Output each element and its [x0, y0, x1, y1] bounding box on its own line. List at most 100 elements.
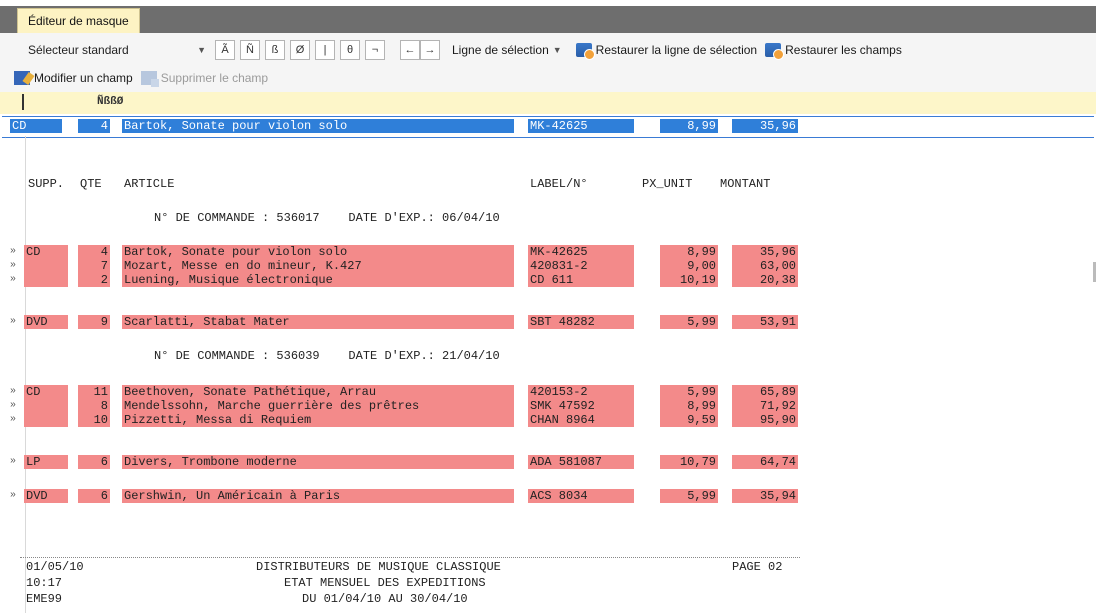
- field-article[interactable]: Divers, Trombone moderne: [122, 455, 514, 469]
- field-px[interactable]: 8,99: [660, 399, 718, 413]
- field-px[interactable]: 10,79: [660, 455, 718, 469]
- glyph-button-eszett[interactable]: ß: [265, 40, 285, 60]
- field-label[interactable]: CHAN 8964: [528, 413, 634, 427]
- row-arrow-icon: »: [10, 400, 17, 411]
- field-article[interactable]: Pizzetti, Messa di Requiem: [122, 413, 514, 427]
- order-line: N° DE COMMANDE : 536039 DATE D'EXP.: 21/…: [154, 349, 500, 363]
- delete-field-label: Supprimer le champ: [160, 71, 269, 85]
- field-montant[interactable]: 20,38: [732, 273, 798, 287]
- field-px[interactable]: 10,19: [660, 273, 718, 287]
- field-label[interactable]: 420831-2: [528, 259, 634, 273]
- tab-strip: Éditeur de masque: [0, 0, 1096, 34]
- field-label[interactable]: SMK 47592: [528, 399, 634, 413]
- field-qte[interactable]: 11: [78, 385, 110, 399]
- modify-field-button[interactable]: Modifier un champ: [14, 71, 133, 85]
- field-montant[interactable]: 53,91: [732, 315, 798, 329]
- field-article[interactable]: Beethoven, Sonate Pathétique, Arrau: [122, 385, 514, 399]
- arrow-right-button[interactable]: →: [420, 40, 440, 60]
- field-supp[interactable]: DVD: [24, 315, 68, 329]
- sel-field-label[interactable]: MK-42625: [528, 119, 634, 133]
- field-supp[interactable]: [24, 259, 68, 273]
- field-article[interactable]: Scarlatti, Stabat Mater: [122, 315, 514, 329]
- field-supp[interactable]: [24, 273, 68, 287]
- sel-field-px[interactable]: 8,99: [660, 119, 718, 133]
- field-px[interactable]: 9,59: [660, 413, 718, 427]
- field-qte[interactable]: 6: [78, 455, 110, 469]
- glyph-button-a-tilde[interactable]: Ã: [215, 40, 235, 60]
- selector-dropdown[interactable]: Sélecteur standard ▼: [28, 43, 210, 57]
- field-label[interactable]: CD 611: [528, 273, 634, 287]
- glyph-button-n-tilde[interactable]: Ñ: [240, 40, 260, 60]
- field-montant[interactable]: 64,74: [732, 455, 798, 469]
- field-label[interactable]: MK-42625: [528, 245, 634, 259]
- mask-ruler: ÑßßØ: [0, 92, 1096, 114]
- field-article[interactable]: Bartok, Sonate pour violon solo: [122, 245, 514, 259]
- restore-line-button[interactable]: Restaurer la ligne de sélection: [575, 43, 757, 60]
- row-arrow-icon: »: [10, 490, 17, 501]
- field-qte[interactable]: 8: [78, 399, 110, 413]
- glyph-button-theta[interactable]: θ: [340, 40, 360, 60]
- delete-field-button[interactable]: Supprimer le champ: [140, 71, 269, 87]
- chevron-down-icon: ▼: [197, 45, 206, 55]
- field-px[interactable]: 8,99: [660, 245, 718, 259]
- row-arrow-icon: »: [10, 386, 17, 397]
- field-label[interactable]: ADA 581087: [528, 455, 634, 469]
- field-montant[interactable]: 71,92: [732, 399, 798, 413]
- restore-fields-label: Restaurer les champs: [785, 43, 902, 57]
- sel-field-qte[interactable]: 4: [78, 119, 110, 133]
- row-arrow-icon: »: [10, 414, 17, 425]
- mask-editor[interactable]: ÑßßØ CD 4 Bartok, Sonate pour violon sol…: [0, 92, 1096, 613]
- selector-label: Sélecteur standard: [28, 43, 129, 57]
- field-qte[interactable]: 4: [78, 245, 110, 259]
- field-px[interactable]: 5,99: [660, 385, 718, 399]
- field-article[interactable]: Mozart, Messe en do mineur, K.427: [122, 259, 514, 273]
- footer-company: DISTRIBUTEURS DE MUSIQUE CLASSIQUE: [256, 560, 501, 574]
- restore-fields-button[interactable]: Restaurer les champs: [765, 43, 902, 60]
- field-article[interactable]: Luening, Musique électronique: [122, 273, 514, 287]
- footer-divider: [20, 557, 800, 558]
- field-px[interactable]: 5,99: [660, 315, 718, 329]
- sel-field-article[interactable]: Bartok, Sonate pour violon solo: [122, 119, 514, 133]
- header-supp: SUPP.: [28, 177, 65, 191]
- field-label[interactable]: SBT 48282: [528, 315, 634, 329]
- footer-date: 01/05/10: [26, 560, 84, 574]
- glyph-button-o-slash[interactable]: Ø: [290, 40, 310, 60]
- field-label[interactable]: 420153-2: [528, 385, 634, 399]
- field-qte[interactable]: 6: [78, 489, 110, 503]
- field-supp[interactable]: LP: [24, 455, 68, 469]
- field-montant[interactable]: 65,89: [732, 385, 798, 399]
- field-supp[interactable]: DVD: [24, 489, 68, 503]
- sel-field-supp[interactable]: CD: [10, 119, 62, 133]
- toolbar-row-1: Sélecteur standard ▼ Ã Ñ ß Ø | θ ¬ ← → L…: [0, 38, 1096, 62]
- field-montant[interactable]: 35,94: [732, 489, 798, 503]
- arrow-left-button[interactable]: ←: [400, 40, 420, 60]
- field-montant[interactable]: 95,90: [732, 413, 798, 427]
- field-supp[interactable]: CD: [24, 385, 68, 399]
- field-label[interactable]: ACS 8034: [528, 489, 634, 503]
- field-qte[interactable]: 2: [78, 273, 110, 287]
- field-qte[interactable]: 9: [78, 315, 110, 329]
- field-px[interactable]: 5,99: [660, 489, 718, 503]
- field-montant[interactable]: 35,96: [732, 245, 798, 259]
- field-supp[interactable]: CD: [24, 245, 68, 259]
- footer-report: ETAT MENSUEL DES EXPEDITIONS: [284, 576, 486, 590]
- field-qte[interactable]: 7: [78, 259, 110, 273]
- restore-line-icon: [575, 43, 595, 60]
- field-supp[interactable]: [24, 399, 68, 413]
- mask-characters: ÑßßØ: [97, 96, 124, 108]
- field-montant[interactable]: 63,00: [732, 259, 798, 273]
- field-qte[interactable]: 10: [78, 413, 110, 427]
- order-line: N° DE COMMANDE : 536017 DATE D'EXP.: 06/…: [154, 211, 500, 225]
- edit-field-icon: [14, 71, 30, 85]
- field-article[interactable]: Gershwin, Un Américain à Paris: [122, 489, 514, 503]
- glyph-button-pipe[interactable]: |: [315, 40, 335, 60]
- tab-mask-editor[interactable]: Éditeur de masque: [17, 8, 140, 34]
- row-arrow-icon: »: [10, 246, 17, 257]
- toolbar: Sélecteur standard ▼ Ã Ñ ß Ø | θ ¬ ← → L…: [0, 33, 1096, 93]
- field-px[interactable]: 9,00: [660, 259, 718, 273]
- field-supp[interactable]: [24, 413, 68, 427]
- sel-field-montant[interactable]: 35,96: [732, 119, 798, 133]
- selection-line-menu[interactable]: Ligne de sélection ▼: [452, 43, 562, 57]
- field-article[interactable]: Mendelssohn, Marche guerrière des prêtre…: [122, 399, 514, 413]
- glyph-button-not[interactable]: ¬: [365, 40, 385, 60]
